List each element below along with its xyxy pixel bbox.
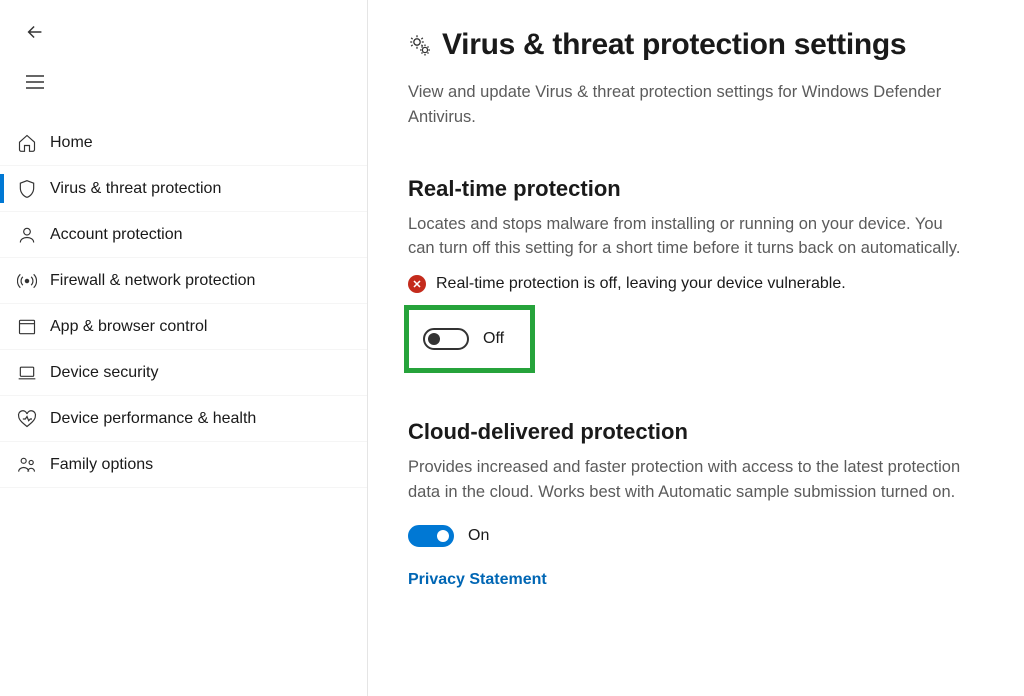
toggle-label: Off <box>483 330 504 348</box>
cloud-toggle[interactable] <box>408 525 454 547</box>
sidebar-item-account[interactable]: Account protection <box>0 212 367 258</box>
section-description: Locates and stops malware from installin… <box>408 212 968 262</box>
privacy-statement-link[interactable]: Privacy Statement <box>408 571 547 589</box>
section-cloud: Cloud-delivered protection Provides incr… <box>408 419 968 589</box>
realtime-toggle[interactable] <box>423 328 469 350</box>
nav-label: App & browser control <box>50 318 207 336</box>
sidebar-item-app-browser[interactable]: App & browser control <box>0 304 367 350</box>
sidebar-item-performance[interactable]: Device performance & health <box>0 396 367 442</box>
nav-label: Device security <box>50 364 158 382</box>
sidebar-item-family[interactable]: Family options <box>0 442 367 488</box>
laptop-icon <box>14 363 40 383</box>
back-button[interactable] <box>15 12 55 52</box>
sidebar-item-firewall[interactable]: Firewall & network protection <box>0 258 367 304</box>
antenna-icon <box>14 271 40 291</box>
shield-icon <box>14 179 40 199</box>
toggle-row: On <box>408 525 968 547</box>
section-title: Cloud-delivered protection <box>408 419 968 445</box>
hamburger-icon <box>25 74 45 90</box>
page-header: Virus & threat protection settings <box>408 28 996 62</box>
section-title: Real-time protection <box>408 176 968 202</box>
toggle-label: On <box>468 527 489 545</box>
sidebar: Home Virus & threat protection Account p… <box>0 0 368 696</box>
main-content: Virus & threat protection settings View … <box>368 0 1024 696</box>
nav-list: Home Virus & threat protection Account p… <box>0 120 367 488</box>
nav-label: Firewall & network protection <box>50 272 255 290</box>
page-title: Virus & threat protection settings <box>442 28 906 62</box>
browser-icon <box>14 317 40 337</box>
page-description: View and update Virus & threat protectio… <box>408 80 968 130</box>
section-description: Provides increased and faster protection… <box>408 455 968 505</box>
alert-row: ✕ Real-time protection is off, leaving y… <box>408 275 968 293</box>
error-icon: ✕ <box>408 275 426 293</box>
highlight-box: Off <box>404 305 535 373</box>
section-realtime: Real-time protection Locates and stops m… <box>408 176 968 374</box>
nav-label: Home <box>50 134 93 152</box>
sidebar-item-virus-threat[interactable]: Virus & threat protection <box>0 166 367 212</box>
alert-text: Real-time protection is off, leaving you… <box>436 275 846 293</box>
sidebar-item-home[interactable]: Home <box>0 120 367 166</box>
nav-label: Account protection <box>50 226 183 244</box>
heart-icon <box>14 409 40 429</box>
family-icon <box>14 455 40 475</box>
home-icon <box>14 133 40 153</box>
nav-label: Virus & threat protection <box>50 180 221 198</box>
menu-button[interactable] <box>15 62 55 102</box>
gear-icon <box>408 33 432 57</box>
nav-label: Family options <box>50 456 153 474</box>
sidebar-item-device-security[interactable]: Device security <box>0 350 367 396</box>
nav-label: Device performance & health <box>50 410 256 428</box>
person-icon <box>14 225 40 245</box>
arrow-left-icon <box>24 21 46 43</box>
